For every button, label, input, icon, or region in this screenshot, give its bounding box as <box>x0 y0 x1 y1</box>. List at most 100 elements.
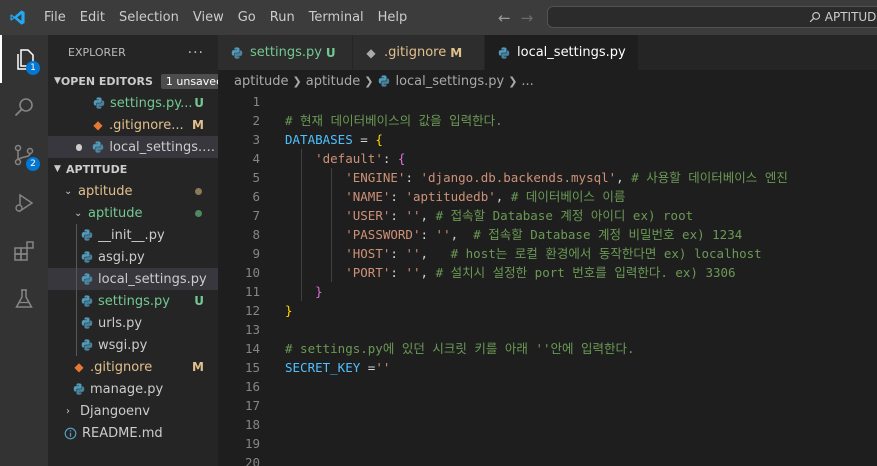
menu-run[interactable]: Run <box>263 0 302 35</box>
code-token: } <box>285 303 293 318</box>
code-line[interactable]: 10 'PORT': '', # 설치시 설정한 port 번호를 입력한다. … <box>218 263 877 282</box>
code-content: } <box>285 282 323 301</box>
code-editor[interactable]: 1 2 # 현재 데이터베이스의 값을 입력한다. 3 DATABASES = {4 '… <box>218 92 877 466</box>
activity-search[interactable] <box>0 83 48 131</box>
folder-djangoenv[interactable]: › Djangoenv <box>48 400 218 422</box>
code-token: , <box>495 189 511 204</box>
menu-file[interactable]: File <box>37 0 73 35</box>
line-number: 14 <box>244 341 260 356</box>
code-line[interactable]: 9 'HOST': '', # host는 로컬 환경에서 동작한다면 ex) … <box>218 244 877 263</box>
code-token: 'USER' <box>345 208 391 223</box>
breadcrumb-item[interactable]: ... <box>521 74 533 89</box>
code-token: , <box>616 170 632 185</box>
file-asgi-py[interactable]: asgi.py <box>48 246 218 268</box>
navigation-controls: ← → <box>498 0 533 35</box>
file-init-py[interactable]: __init__.py <box>48 224 218 246</box>
code-token: 'aptitudedb' <box>405 189 496 204</box>
forward-arrow-icon[interactable]: → <box>521 9 534 27</box>
line-number: 13 <box>244 322 260 337</box>
workspace-header[interactable]: ▼ APTITUDE <box>48 158 218 180</box>
menu-help[interactable]: Help <box>371 0 415 35</box>
open-editor-settings[interactable]: settings.py... U <box>48 92 218 114</box>
folder-aptitude-inner[interactable]: ⌄ aptitude <box>48 202 218 224</box>
code-token: 'PASSWORD' <box>345 227 421 242</box>
tab-gitignore[interactable]: ◆ .gitignore M <box>353 35 485 70</box>
code-content: # settings.py에 있던 시크릿 키를 아래 ''안에 입력한다. <box>285 339 635 358</box>
code-line[interactable]: 6 'NAME': 'aptitudedb', # 데이터베이스 이름 <box>218 187 877 206</box>
code-line[interactable]: 16 <box>218 377 877 396</box>
code-content: # 현재 데이터베이스의 값을 입력한다. <box>285 111 503 130</box>
code-line[interactable]: 8 'PASSWORD': '', # 접속할 Database 계정 비밀번호… <box>218 225 877 244</box>
file-label: asgi.py <box>98 249 145 265</box>
explorer-badge: 1 <box>26 61 40 75</box>
code-line[interactable]: 2 # 현재 데이터베이스의 값을 입력한다. <box>218 111 877 130</box>
file-settings-py[interactable]: settings.py U <box>48 290 218 312</box>
activity-extensions[interactable] <box>0 227 48 275</box>
activity-testing[interactable] <box>0 275 48 323</box>
indent-guide <box>76 246 77 268</box>
file-urls-py[interactable]: urls.py <box>48 312 218 334</box>
file-wsgi-py[interactable]: wsgi.py <box>48 334 218 356</box>
code-line[interactable]: 1 <box>218 92 877 111</box>
code-line[interactable]: 19 <box>218 434 877 453</box>
file-local-settings-py[interactable]: local_settings.py <box>48 268 218 290</box>
flask-icon <box>15 289 33 308</box>
code-line[interactable]: 14 # settings.py에 있던 시크릿 키를 아래 ''안에 입력한다. <box>218 339 877 358</box>
unsaved-dot-icon[interactable] <box>76 143 83 151</box>
breadcrumb-item[interactable]: local_settings.py <box>395 74 504 89</box>
code-content: SECRET_KEY ='' <box>285 358 390 377</box>
code-line[interactable]: 7 'USER': '', # 접속할 Database 계정 아이디 ex) … <box>218 206 877 225</box>
activity-source-control[interactable]: 2 <box>0 131 48 179</box>
code-line[interactable]: 20 <box>218 453 877 466</box>
code-line[interactable]: 11 } <box>218 282 877 301</box>
code-token: : <box>382 151 398 166</box>
tab-settings-py[interactable]: settings.py U <box>218 35 353 70</box>
menu-go[interactable]: Go <box>231 0 263 35</box>
tab-local-settings-py[interactable]: local_settings.py <box>485 35 639 70</box>
menu-edit[interactable]: Edit <box>73 0 112 35</box>
code-token: # settings.py에 있던 시크릿 키를 아래 ''안에 입력한다. <box>285 341 635 356</box>
file-label: local_settings.py <box>98 271 207 287</box>
breadcrumb-item[interactable]: aptitude <box>234 74 289 89</box>
code-token: # 접속할 Database 계정 아이디 ex) root <box>435 208 694 223</box>
open-editor-local-settings[interactable]: local_settings.py... <box>48 136 218 158</box>
open-editor-gitignore[interactable]: ◆ .gitignore... M <box>48 114 218 136</box>
menu-selection[interactable]: Selection <box>112 0 186 35</box>
more-actions-icon[interactable]: ··· <box>188 45 204 61</box>
explorer-title: EXPLORER <box>68 46 126 59</box>
open-editors-header[interactable]: ▼ OPEN EDITORS 1 unsaved <box>48 70 218 92</box>
tab-label: settings.py <box>250 45 322 60</box>
code-line[interactable]: 4 'default': { <box>218 149 877 168</box>
file-manage-py[interactable]: manage.py <box>48 378 218 400</box>
breadcrumb-item[interactable]: aptitude <box>306 74 361 89</box>
command-center-search[interactable]: APTITUDE <box>547 6 877 28</box>
code-line[interactable]: 5 'ENGINE': 'django.db.backends.mysql', … <box>218 168 877 187</box>
extensions-icon <box>14 241 34 261</box>
menu-terminal[interactable]: Terminal <box>302 0 371 35</box>
code-line[interactable]: 15 SECRET_KEY ='' <box>218 358 877 377</box>
code-line[interactable]: 3 DATABASES = { <box>218 130 877 149</box>
folder-aptitude[interactable]: ⌄ aptitude <box>48 180 218 202</box>
activity-run-debug[interactable] <box>0 179 48 227</box>
back-arrow-icon[interactable]: ← <box>498 9 511 27</box>
code-content: 'PORT': '', # 설치시 설정한 port 번호를 입력한다. ex)… <box>285 263 735 282</box>
code-content: DATABASES = { <box>285 130 383 149</box>
activity-explorer[interactable]: 1 <box>0 35 48 83</box>
code-token: , <box>420 265 436 280</box>
menu-view[interactable]: View <box>186 0 231 35</box>
modified-decoration: M <box>192 360 204 374</box>
code-token: '' <box>405 246 421 261</box>
code-token: # 현재 데이터베이스의 값을 입력한다. <box>285 113 503 128</box>
open-editor-label: .gitignore... <box>109 117 184 133</box>
indent-guide <box>76 224 77 246</box>
code-line[interactable]: 13 <box>218 320 877 339</box>
source-control-badge: 2 <box>26 157 40 171</box>
code-line[interactable]: 17 <box>218 396 877 415</box>
file-readme-md[interactable]: README.md <box>48 422 218 444</box>
file-gitignore[interactable]: ◆ .gitignore M <box>48 356 218 378</box>
chevron-right-icon: ❯ <box>292 74 302 88</box>
line-number: 8 <box>252 227 260 242</box>
code-line[interactable]: 12} <box>218 301 877 320</box>
code-line[interactable]: 18 <box>218 415 877 434</box>
